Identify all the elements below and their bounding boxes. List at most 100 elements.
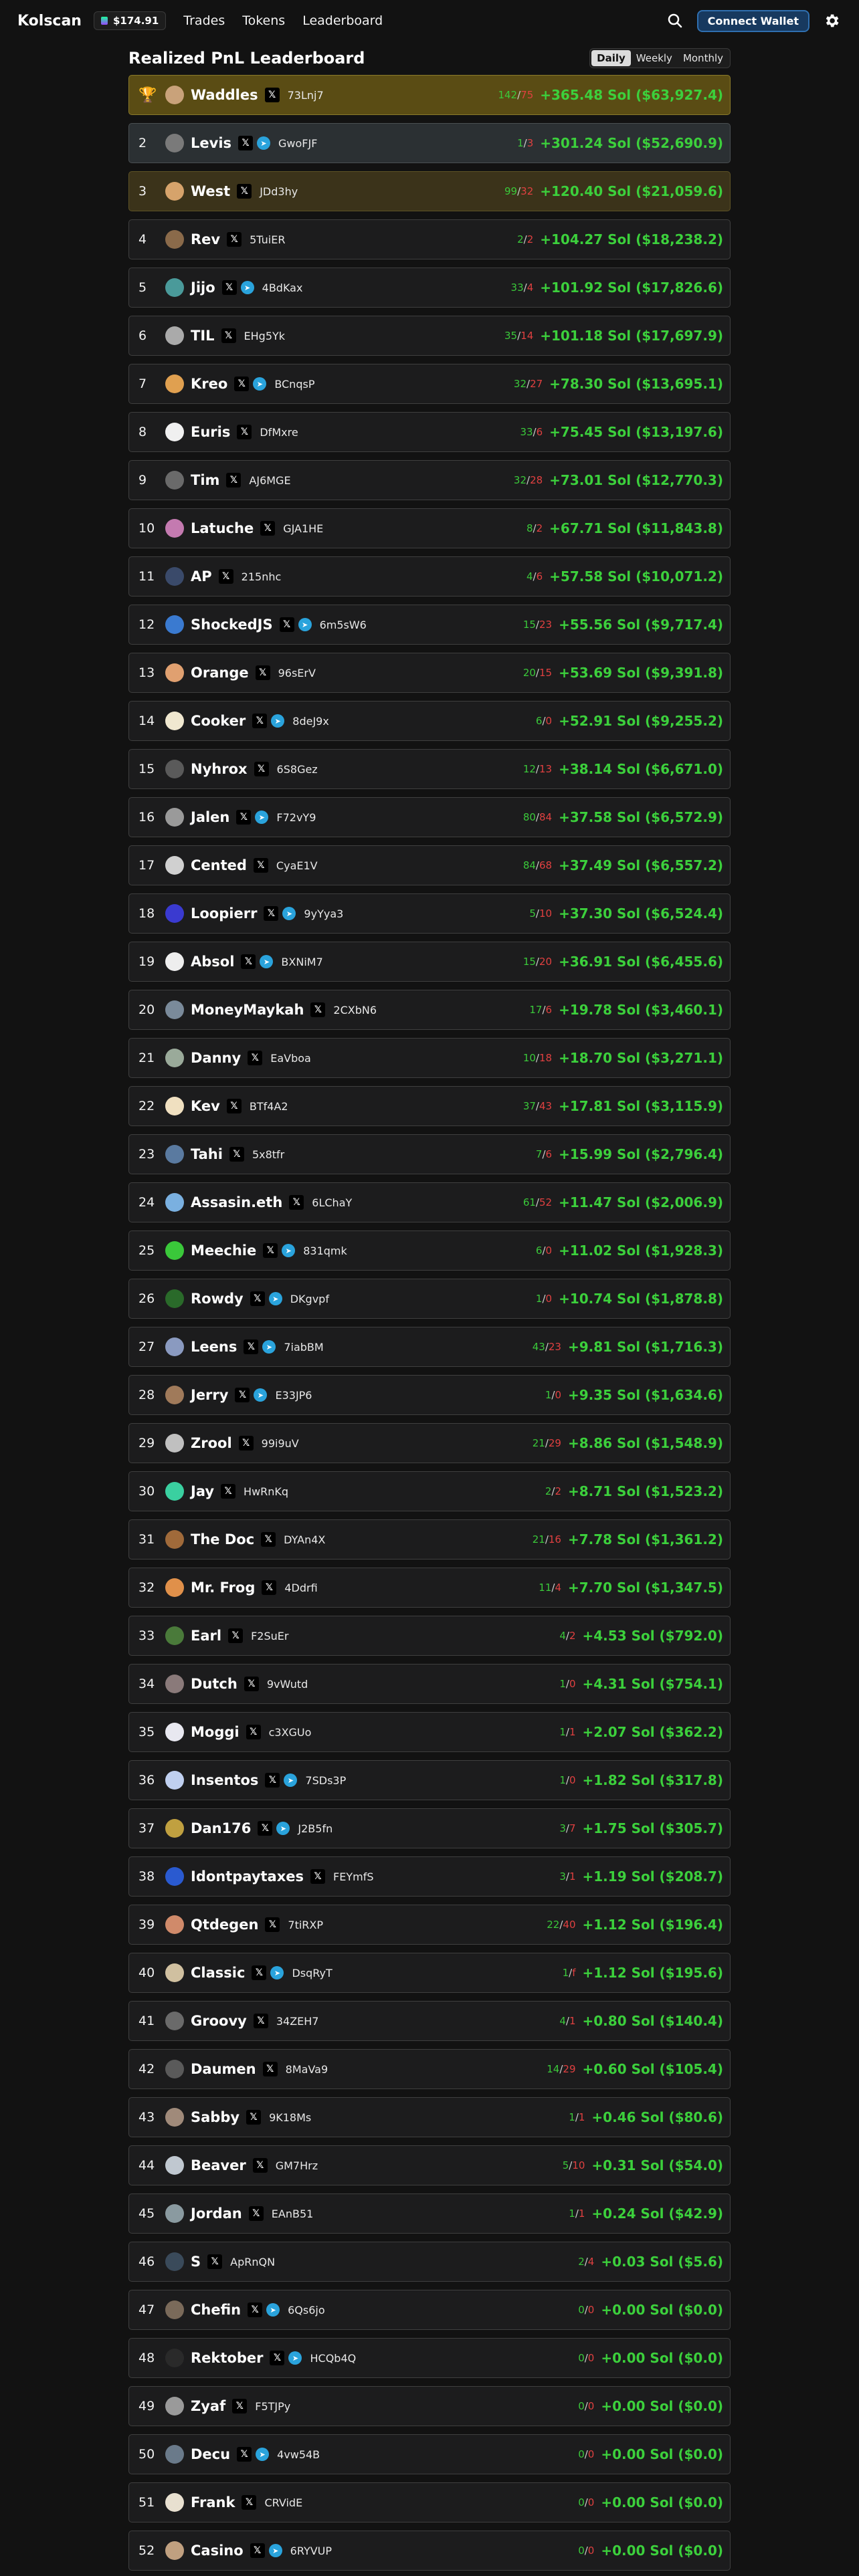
wallet-address[interactable]: JDd3hy [260, 185, 298, 198]
avatar[interactable] [165, 182, 184, 201]
trader-name[interactable]: Waddles [191, 87, 258, 103]
wallet-address[interactable]: 6S8Gez [277, 763, 318, 776]
telegram-icon[interactable]: ➤ [268, 1292, 282, 1305]
trader-name[interactable]: Earl [191, 1628, 221, 1644]
avatar[interactable] [165, 1771, 184, 1790]
trader-name[interactable]: Idontpaytaxes [191, 1868, 304, 1885]
leaderboard-row[interactable]: 18 Loopierr 𝕏 ➤ 9yYya3 5/10 +37.30 Sol ($6,524… [128, 893, 731, 934]
wallet-address[interactable]: 831qmk [303, 1245, 347, 1257]
x-twitter-icon[interactable]: 𝕏 [264, 88, 280, 102]
leaderboard-row[interactable]: 47 Chefin 𝕏 ➤ 6Qs6jo 0/0 +0.00 Sol ($0.0) [128, 2290, 731, 2330]
leaderboard-row[interactable]: 31 The Doc 𝕏 DYAn4X 21/16 +7.78 Sol ($1,361.2… [128, 1519, 731, 1560]
trader-name[interactable]: Nyhrox [191, 761, 248, 777]
trader-name[interactable]: AP [191, 568, 212, 584]
nav-link-leaderboard[interactable]: Leaderboard [302, 13, 383, 28]
telegram-icon[interactable]: ➤ [262, 1340, 276, 1354]
wallet-address[interactable]: BXNiM7 [281, 956, 322, 968]
x-twitter-icon[interactable]: 𝕏 [228, 1628, 244, 1643]
avatar[interactable] [165, 1482, 184, 1501]
avatar[interactable] [165, 760, 184, 778]
trader-name[interactable]: Beaver [191, 2157, 246, 2173]
x-twitter-icon[interactable]: 𝕏 [250, 1291, 265, 1306]
leaderboard-row[interactable]: 41 Groovy 𝕏 34ZEH7 4/1 +0.80 Sol ($140.4) [128, 2001, 731, 2041]
leaderboard-row[interactable]: 35 Moggi 𝕏c3XGUo 1/1 +2.07 Sol ($362.2) [128, 1712, 731, 1752]
wallet-address[interactable]: 5TuiER [250, 233, 285, 246]
wallet-address[interactable]: F2SuEr [251, 1630, 288, 1642]
avatar[interactable] [165, 2252, 184, 2271]
x-twitter-icon[interactable]: 𝕏 [254, 762, 269, 776]
trader-name[interactable]: West [191, 183, 230, 199]
avatar[interactable] [165, 2397, 184, 2416]
wallet-address[interactable]: J2B5fn [298, 1822, 332, 1835]
leaderboard-row[interactable]: 4 Rev 𝕏 5TuiER 2/2 +104.27 Sol ($18,238.2) [128, 219, 731, 259]
leaderboard-row[interactable]: 5 Jijo 𝕏 ➤ 4BdKax 33/4 +101.92 Sol ($17,826.6) [128, 267, 731, 308]
telegram-icon[interactable]: ➤ [254, 1388, 268, 1402]
trader-name[interactable]: Tim [191, 472, 219, 488]
trader-name[interactable]: Mr. Frog [191, 1580, 255, 1596]
leaderboard-row[interactable]: 19 Absol 𝕏 ➤ BXNiM7 15/20 +36.91 Sol ($6,455.6… [128, 942, 731, 982]
wallet-address[interactable]: DsqRyT [292, 1967, 332, 1979]
leaderboard-row[interactable]: 45 Jordan 𝕏 EAnB51 1/1 +0.24 Sol ($42.9) [128, 2193, 731, 2234]
tab-monthly[interactable]: Monthly [678, 50, 729, 66]
trader-name[interactable]: ShockedJS [191, 617, 273, 633]
leaderboard-row[interactable]: 16 Jalen 𝕏 ➤ F72vY9 80/84 +37.58 Sol ($6,572.9… [128, 797, 731, 837]
x-twitter-icon[interactable]: 𝕏 [250, 2543, 265, 2558]
avatar[interactable] [165, 1000, 184, 1019]
leaderboard-row[interactable]: 26 Rowdy 𝕏 ➤ DKgvpf 1/0 +10.74 Sol ($1,878.8) [128, 1279, 731, 1319]
telegram-icon[interactable]: ➤ [270, 1966, 284, 1979]
wallet-address[interactable]: GwoFJF [278, 137, 317, 150]
avatar[interactable] [165, 1867, 184, 1886]
leaderboard-row[interactable]: 34 Dutch 𝕏 9vWutd 1/0 +4.31 Sol ($754.1) [128, 1664, 731, 1704]
trader-name[interactable]: Orange [191, 665, 249, 681]
wallet-address[interactable]: EHg5Yk [244, 330, 286, 342]
wallet-address[interactable]: CyaE1V [276, 859, 318, 872]
leaderboard-row[interactable]: 24 Assasin.eth 𝕏 6LChaY 61/52 +11.47 Sol ($2,… [128, 1182, 731, 1222]
telegram-icon[interactable]: ➤ [288, 2351, 302, 2365]
wallet-address[interactable]: F72vY9 [276, 811, 316, 824]
wallet-address[interactable]: 215nhc [242, 570, 282, 583]
avatar[interactable] [165, 567, 184, 586]
leaderboard-row[interactable]: 25 Meechie 𝕏 ➤ 831qmk 6/0 +11.02 Sol ($1,928.3… [128, 1230, 731, 1271]
wallet-address[interactable]: 8MaVa9 [286, 2063, 328, 2076]
wallet-address[interactable]: FEYmfS [333, 1870, 373, 1883]
x-twitter-icon[interactable]: 𝕏 [255, 665, 270, 680]
app-logo[interactable]: Kolscan [17, 13, 82, 29]
wallet-address[interactable]: CRVidE [264, 2496, 302, 2509]
avatar[interactable] [165, 856, 184, 875]
avatar[interactable] [165, 278, 184, 297]
nav-link-tokens[interactable]: Tokens [242, 13, 285, 28]
leaderboard-row[interactable]: 17 Cented 𝕏 CyaE1V 84/68 +37.49 Sol ($6,557.2… [128, 845, 731, 885]
wallet-address[interactable]: 8deJ9x [292, 715, 329, 728]
x-twitter-icon[interactable]: 𝕏 [238, 136, 254, 150]
trader-name[interactable]: Dan176 [191, 1820, 251, 1836]
telegram-icon[interactable]: ➤ [266, 2303, 280, 2317]
x-twitter-icon[interactable]: 𝕏 [262, 1580, 277, 1595]
telegram-icon[interactable]: ➤ [268, 2544, 282, 2557]
telegram-icon[interactable]: ➤ [276, 1822, 290, 1835]
avatar[interactable] [165, 615, 184, 634]
trader-name[interactable]: Zrool [191, 1435, 232, 1451]
leaderboard-row[interactable]: 3 West 𝕏 JDd3hy 99/32 +120.40 Sol ($21,059.6) [128, 171, 731, 211]
wallet-address[interactable]: E33JP6 [275, 1389, 312, 1402]
telegram-icon[interactable]: ➤ [240, 281, 254, 294]
trader-name[interactable]: Jay [191, 1483, 214, 1499]
wallet-address[interactable]: 73Lnj7 [288, 89, 324, 102]
avatar[interactable] [165, 2108, 184, 2127]
x-twitter-icon[interactable]: 𝕏 [253, 858, 268, 873]
x-twitter-icon[interactable]: 𝕏 [229, 1147, 244, 1162]
trader-name[interactable]: S [191, 2254, 201, 2270]
trader-name[interactable]: Kev [191, 1098, 220, 1114]
leaderboard-row[interactable]: 23 Tahi 𝕏 5x8tfr 7/6 +15.99 Sol ($2,796.4) [128, 1134, 731, 1174]
leaderboard-row[interactable]: 29 Zrool 𝕏 99i9uV 21/29 +8.86 Sol ($1,548.9) [128, 1423, 731, 1463]
x-twitter-icon[interactable]: 𝕏 [207, 2254, 223, 2269]
x-twitter-icon[interactable]: 𝕏 [241, 954, 256, 969]
wallet-address[interactable]: 4vw54B [277, 2448, 320, 2461]
wallet-address[interactable]: DYAn4X [284, 1533, 325, 1546]
avatar[interactable] [165, 808, 184, 827]
trader-name[interactable]: Loopierr [191, 905, 257, 922]
x-twitter-icon[interactable]: 𝕏 [263, 1243, 278, 1258]
avatar[interactable] [165, 904, 184, 923]
trader-name[interactable]: Dutch [191, 1676, 237, 1692]
leaderboard-row[interactable]: 2 Levis 𝕏 ➤ GwoFJF 1/3 +301.24 Sol ($52,690.9) [128, 123, 731, 163]
wallet-address[interactable]: 99i9uV [262, 1437, 299, 1450]
